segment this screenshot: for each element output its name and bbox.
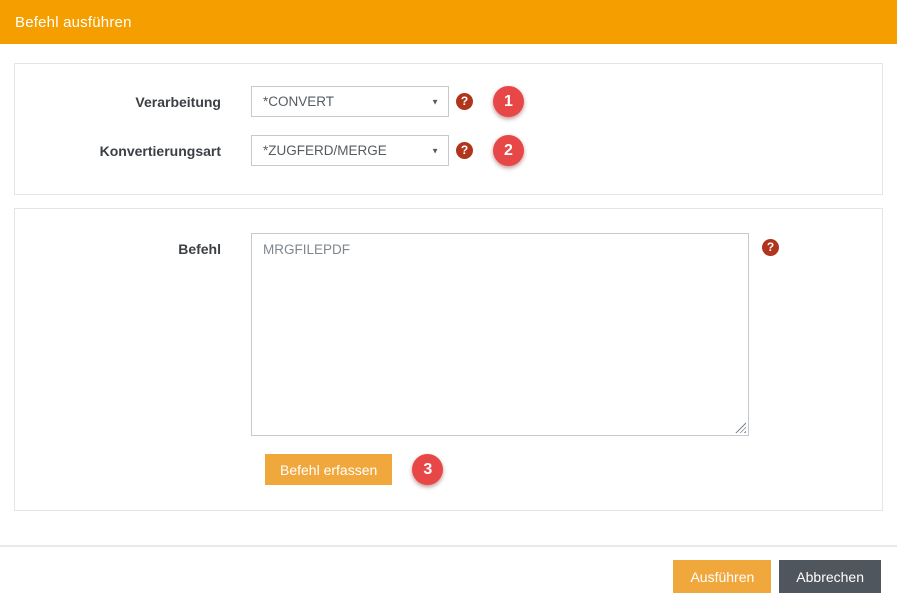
konvertierungsart-label: Konvertierungsart	[15, 143, 221, 159]
help-icon[interactable]: ?	[456, 142, 473, 159]
verarbeitung-select[interactable]: *CONVERT ▼	[251, 86, 449, 117]
dialog-title: Befehl ausführen	[15, 14, 132, 31]
befehl-label: Befehl	[15, 241, 221, 257]
form-row-befehl: Befehl MRGFILEPDF ?	[15, 233, 882, 436]
chevron-down-icon: ▼	[431, 146, 439, 155]
befehl-panel: Befehl MRGFILEPDF ? Befehl erfassen 3	[14, 208, 883, 511]
verarbeitung-selected-value: *CONVERT	[263, 94, 334, 109]
chevron-down-icon: ▼	[431, 97, 439, 106]
form-row-verarbeitung: Verarbeitung *CONVERT ▼ ? 1	[15, 86, 882, 117]
konvertierungsart-selected-value: *ZUGFERD/MERGE	[263, 143, 387, 158]
help-icon[interactable]: ?	[762, 239, 779, 256]
abbrechen-button[interactable]: Abbrechen	[779, 560, 881, 593]
step-badge-2: 2	[493, 135, 524, 166]
capture-row: Befehl erfassen 3	[265, 454, 882, 485]
konvertierungsart-select[interactable]: *ZUGFERD/MERGE ▼	[251, 135, 449, 166]
dialog-footer: Ausführen Abbrechen	[0, 560, 897, 593]
befehl-textarea-wrap: MRGFILEPDF	[251, 233, 749, 436]
befehl-erfassen-button[interactable]: Befehl erfassen	[265, 454, 392, 485]
step-badge-1: 1	[493, 86, 524, 117]
verarbeitung-label: Verarbeitung	[15, 94, 221, 110]
befehl-ausfuehren-dialog: Befehl ausführen Verarbeitung *CONVERT ▼…	[0, 0, 897, 593]
dialog-header: Befehl ausführen	[0, 0, 897, 44]
conversion-settings-panel: Verarbeitung *CONVERT ▼ ? 1 Konvertierun…	[14, 63, 883, 195]
ausfuehren-button[interactable]: Ausführen	[673, 560, 771, 593]
step-badge-3: 3	[412, 454, 443, 485]
form-row-konvertierungsart: Konvertierungsart *ZUGFERD/MERGE ▼ ? 2	[15, 135, 882, 166]
befehl-textarea[interactable]: MRGFILEPDF	[251, 233, 749, 436]
help-icon[interactable]: ?	[456, 93, 473, 110]
footer-divider	[0, 545, 897, 547]
